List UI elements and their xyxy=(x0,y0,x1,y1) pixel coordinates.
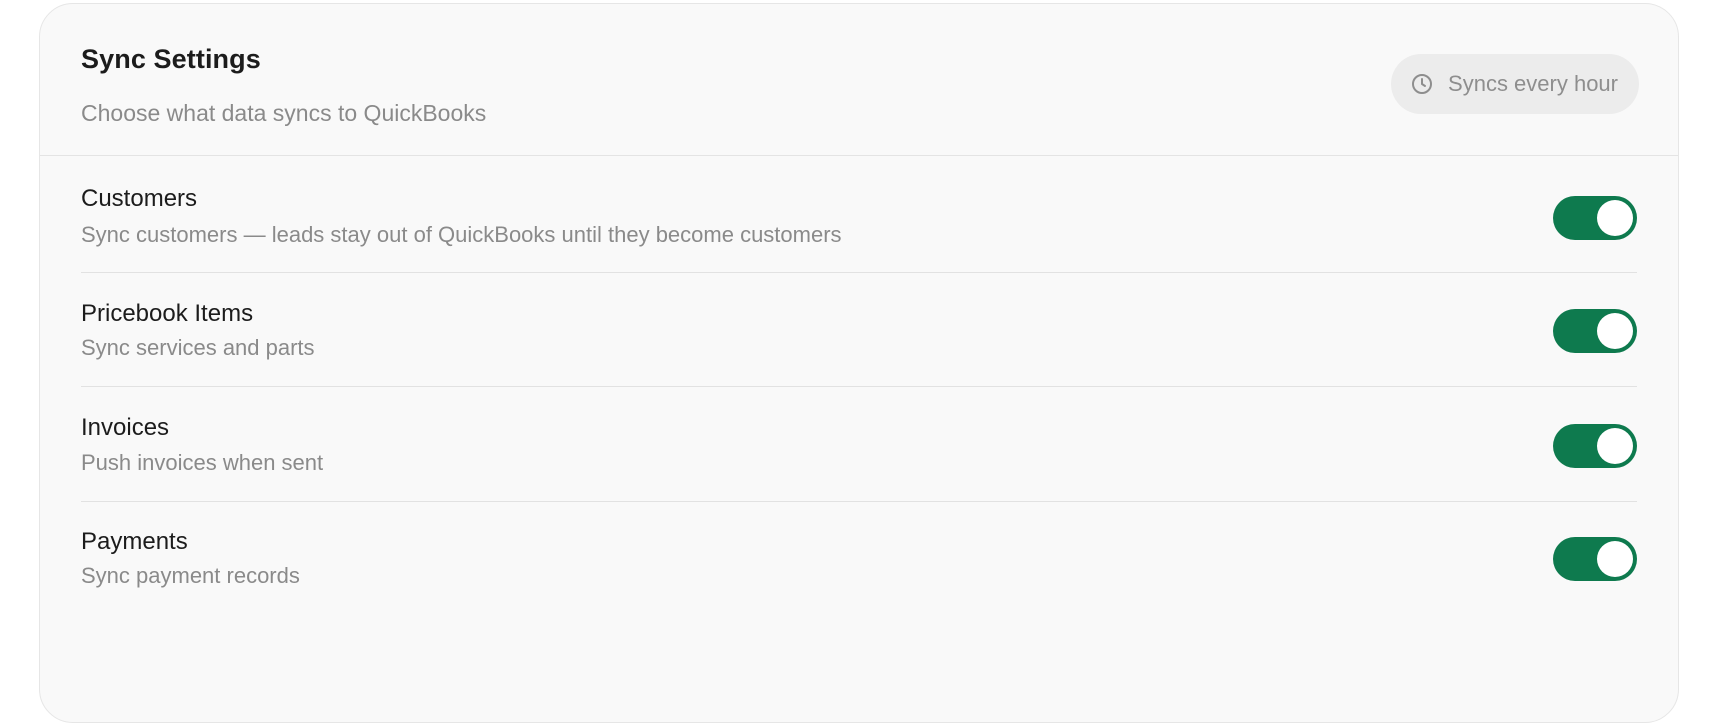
clock-icon xyxy=(1410,72,1434,96)
invoices-toggle[interactable] xyxy=(1553,424,1637,468)
settings-list: Customers Sync customers — leads stay ou… xyxy=(81,156,1637,642)
setting-description: Sync services and parts xyxy=(81,335,315,360)
setting-title: Payments xyxy=(81,528,188,555)
setting-row-customers: Customers Sync customers — leads stay ou… xyxy=(81,156,1637,273)
toggle-knob xyxy=(1597,428,1633,464)
page-subtitle: Choose what data syncs to QuickBooks xyxy=(81,100,487,126)
setting-title: Customers xyxy=(81,185,198,212)
setting-description: Sync customers — leads stay out of Quick… xyxy=(81,222,842,247)
page-title: Sync Settings xyxy=(81,44,261,74)
toggle-knob xyxy=(1597,541,1633,577)
pricebook-items-toggle[interactable] xyxy=(1553,309,1637,353)
setting-row-payments: Payments Sync payment records xyxy=(81,502,1637,642)
setting-title: Invoices xyxy=(81,414,170,441)
sync-settings-card: Sync Settings Choose what data syncs to … xyxy=(39,3,1679,723)
setting-row-pricebook-items: Pricebook Items Sync services and parts xyxy=(81,273,1637,387)
toggle-knob xyxy=(1597,200,1633,236)
setting-description: Sync payment records xyxy=(81,563,300,588)
customers-toggle[interactable] xyxy=(1553,196,1637,240)
payments-toggle[interactable] xyxy=(1553,537,1637,581)
setting-title: Pricebook Items xyxy=(81,300,254,327)
setting-description: Push invoices when sent xyxy=(81,450,324,475)
toggle-knob xyxy=(1597,313,1633,349)
sync-frequency-badge: Syncs every hour xyxy=(1391,54,1639,114)
card-header: Sync Settings Choose what data syncs to … xyxy=(40,4,1678,156)
setting-row-invoices: Invoices Push invoices when sent xyxy=(81,387,1637,502)
sync-frequency-label: Syncs every hour xyxy=(1448,71,1618,96)
